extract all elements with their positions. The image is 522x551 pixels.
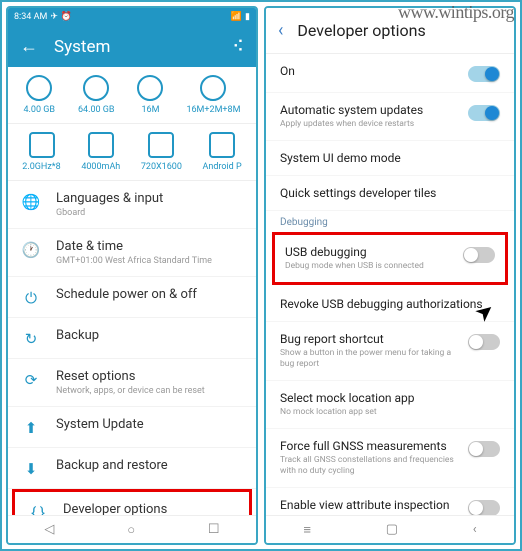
- item-icon: ⟳: [20, 371, 42, 389]
- screenshots-container: 8:34 AM ✈ ⏰ 📶 ▮ ← System ⠪ 4.00 GB 64.00 …: [0, 0, 522, 551]
- toggle-switch[interactable]: [468, 66, 500, 82]
- specs-row-2: 2.0GHz*8 4000mAh 720X1600 Android P: [8, 124, 256, 181]
- storage-icon: 64.00 GB: [78, 75, 115, 115]
- ram-icon: 4.00 GB: [23, 75, 55, 115]
- item-title: USB debugging: [285, 245, 455, 259]
- list-item[interactable]: Automatic system updates Apply updates w…: [266, 93, 514, 141]
- section-label: Debugging: [266, 211, 514, 230]
- list-item[interactable]: 🕐 Date & time GMT+01:00 West Africa Stan…: [8, 229, 256, 277]
- toggle-switch[interactable]: [463, 247, 495, 263]
- toggle-switch[interactable]: [468, 105, 500, 121]
- status-time: 8:34 AM: [14, 12, 47, 22]
- nav-home-icon[interactable]: ○: [127, 522, 135, 538]
- item-title: Select mock location app: [280, 391, 492, 405]
- item-title: Automatic system updates: [280, 103, 460, 117]
- status-icon-alarm: ⏰: [61, 12, 72, 22]
- item-icon: ⬇: [20, 460, 42, 478]
- nav-bar: ≡ ▢ ‹: [266, 515, 514, 543]
- item-icon: ⬆: [20, 419, 42, 437]
- header: ← System ⠪: [8, 26, 256, 67]
- item-icon: ↻: [20, 330, 42, 348]
- item-title: On: [280, 64, 460, 78]
- status-icon-plane: ✈: [50, 12, 58, 22]
- item-subtitle: Debug mode when USB is connected: [285, 261, 455, 272]
- phone-left: 8:34 AM ✈ ⏰ 📶 ▮ ← System ⠪ 4.00 GB 64.00 …: [6, 6, 258, 545]
- item-title: Languages & input: [56, 191, 244, 206]
- back-icon[interactable]: ←: [20, 36, 38, 57]
- watermark: www.wintips.org: [398, 2, 514, 23]
- item-title: Quick settings developer tiles: [280, 186, 492, 200]
- battery-icon: 4000mAh: [81, 132, 120, 172]
- item-title: Bug report shortcut: [280, 332, 460, 346]
- item-title: Force full GNSS measurements: [280, 439, 460, 453]
- toggle-switch[interactable]: [468, 334, 500, 350]
- nav-bar: ◁ ○ ☐: [8, 515, 256, 543]
- list-item[interactable]: ↻ Backup: [8, 318, 256, 359]
- list-item[interactable]: ⏻ Schedule power on & off: [8, 277, 256, 318]
- item-subtitle: No mock location app set: [280, 407, 492, 418]
- status-bar: 8:34 AM ✈ ⏰ 📶 ▮: [8, 8, 256, 26]
- item-icon: 🌐: [20, 193, 42, 211]
- cpu-icon: 2.0GHz*8: [22, 132, 60, 172]
- toggle-switch[interactable]: [468, 441, 500, 457]
- item-title: Revoke USB debugging authorizations: [280, 297, 492, 311]
- share-icon[interactable]: ⠪: [232, 37, 244, 56]
- item-subtitle: Apply updates when device restarts: [280, 119, 460, 130]
- item-title: Backup: [56, 328, 244, 343]
- list-item[interactable]: Select mock location app No mock locatio…: [266, 381, 514, 429]
- item-title: Date & time: [56, 239, 244, 254]
- specs-row-1: 4.00 GB 64.00 GB 16M 16M+2M+8M: [8, 67, 256, 124]
- item-icon: 🕐: [20, 241, 42, 259]
- item-icon: ⏻: [20, 289, 42, 307]
- nav-back-icon[interactable]: ‹: [473, 522, 477, 537]
- page-title: System: [54, 37, 216, 57]
- item-subtitle: GMT+01:00 West Africa Standard Time: [56, 256, 244, 266]
- developer-options-list: On Automatic system updates Apply update…: [266, 54, 514, 515]
- android-icon: Android P: [202, 132, 241, 172]
- item-title: Developer options: [63, 502, 237, 515]
- nav-back-icon[interactable]: ◁: [44, 522, 54, 537]
- item-subtitle: Gboard: [56, 208, 244, 218]
- list-item[interactable]: USB debugging Debug mode when USB is con…: [272, 232, 508, 285]
- nav-home-icon[interactable]: ▢: [386, 522, 398, 537]
- item-subtitle: Track all GNSS constellations and freque…: [280, 455, 460, 477]
- list-item[interactable]: Force full GNSS measurements Track all G…: [266, 429, 514, 488]
- item-title: Reset options: [56, 369, 244, 384]
- status-icon-battery: ▮: [245, 12, 250, 22]
- item-subtitle: Network, apps, or device can be reset: [56, 386, 244, 396]
- settings-list: 🌐 Languages & input Gboard🕐 Date & time …: [8, 181, 256, 515]
- list-item[interactable]: On: [266, 54, 514, 93]
- item-title: System UI demo mode: [280, 151, 492, 165]
- item-title: Enable view attribute inspection: [280, 498, 460, 512]
- page-title: Developer options: [297, 21, 425, 40]
- item-title: Schedule power on & off: [56, 287, 244, 302]
- phone-right: ‹ Developer options On Automatic system …: [264, 6, 516, 545]
- item-subtitle: Show a button in the power menu for taki…: [280, 348, 460, 370]
- camera-icon: 16M: [137, 75, 163, 115]
- list-item[interactable]: ⬇ Backup and restore: [8, 448, 256, 489]
- list-item[interactable]: { } Developer options: [12, 489, 252, 515]
- list-item[interactable]: ⬆ System Update: [8, 407, 256, 448]
- list-item[interactable]: Bug report shortcut Show a button in the…: [266, 322, 514, 381]
- item-title: System Update: [56, 417, 244, 432]
- list-item[interactable]: Quick settings developer tiles: [266, 176, 514, 211]
- list-item[interactable]: System UI demo mode: [266, 141, 514, 176]
- item-title: Backup and restore: [56, 458, 244, 473]
- back-icon[interactable]: ‹: [278, 20, 283, 41]
- list-item[interactable]: 🌐 Languages & input Gboard: [8, 181, 256, 229]
- screen-icon: 720X1600: [141, 132, 182, 172]
- status-icon-signal: 📶: [231, 12, 242, 22]
- toggle-switch[interactable]: [468, 500, 500, 515]
- item-icon: { }: [27, 504, 49, 515]
- multi-camera-icon: 16M+2M+8M: [186, 75, 240, 115]
- nav-recent-icon[interactable]: ☐: [208, 522, 220, 537]
- nav-recent-icon[interactable]: ≡: [303, 522, 311, 538]
- list-item[interactable]: ⟳ Reset options Network, apps, or device…: [8, 359, 256, 407]
- list-item[interactable]: Enable view attribute inspection: [266, 488, 514, 515]
